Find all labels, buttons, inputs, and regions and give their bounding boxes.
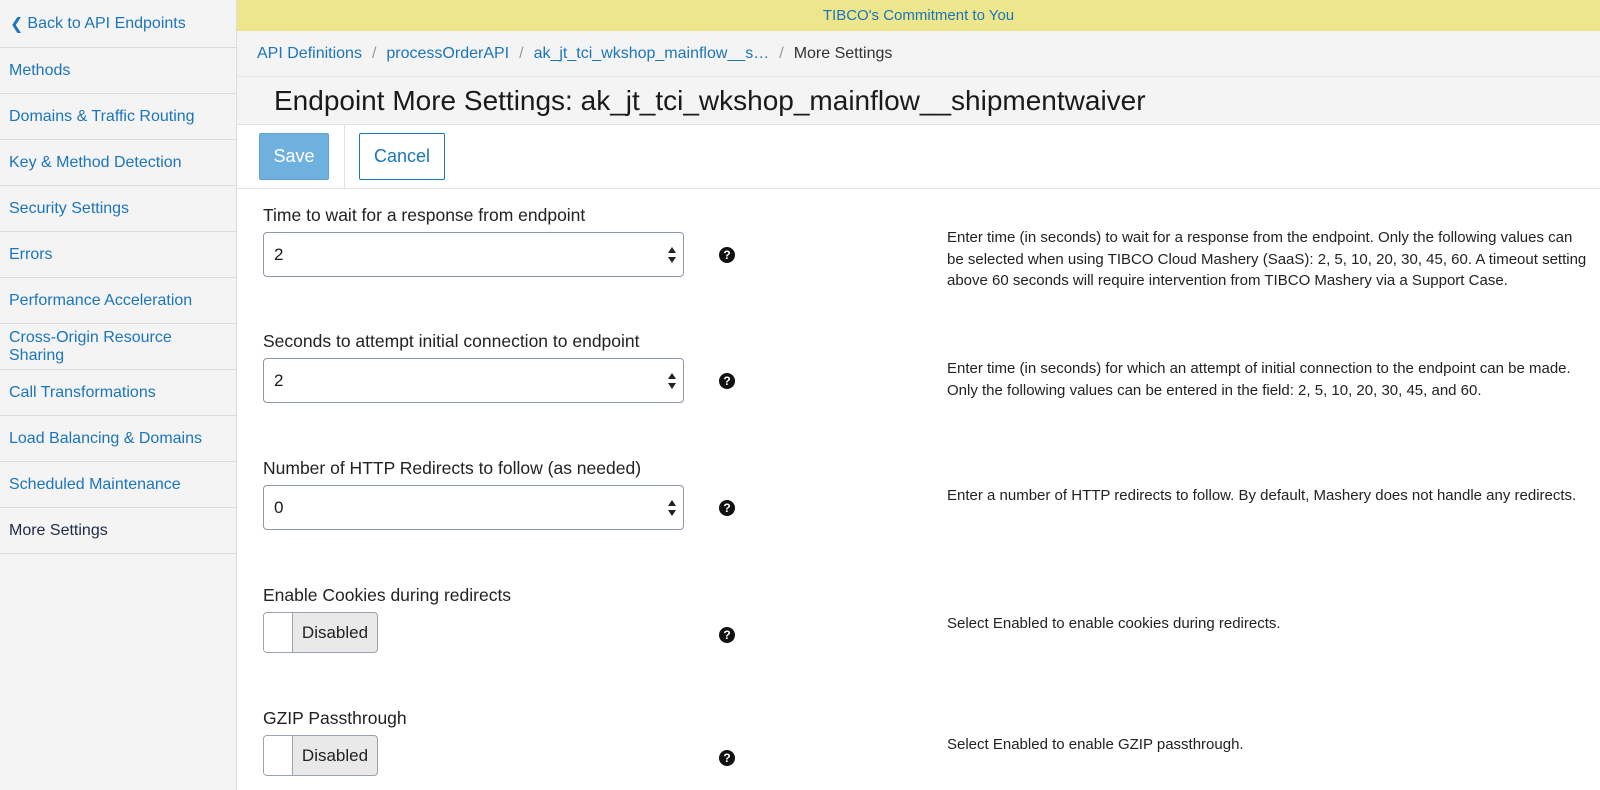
sidebar-item-cors[interactable]: Cross-Origin Resource Sharing	[0, 324, 236, 370]
http-redirects-select[interactable]: 0	[263, 485, 684, 530]
cancel-button[interactable]: Cancel	[359, 133, 445, 180]
question-circle-icon[interactable]: ?	[719, 750, 735, 766]
sort-arrows-icon	[668, 373, 676, 389]
gzip-passthrough-toggle[interactable]: Disabled	[263, 735, 378, 776]
sidebar-item-load-balancing[interactable]: Load Balancing & Domains	[0, 416, 236, 462]
setting-label: Enable Cookies during redirects	[263, 585, 512, 605]
breadcrumb: API Definitions / processOrderAPI / ak_j…	[237, 31, 1600, 77]
save-button-group: Save	[237, 124, 345, 189]
select-value: 0	[274, 497, 284, 517]
save-button[interactable]: Save	[259, 133, 329, 180]
setting-label: Time to wait for a response from endpoin…	[263, 205, 586, 225]
breadcrumb-current: More Settings	[793, 44, 893, 62]
sidebar-item-methods[interactable]: Methods	[0, 48, 236, 94]
toggle-state: Disabled	[301, 745, 369, 765]
connect-timeout-select[interactable]: 2	[263, 358, 684, 403]
breadcrumb-separator: /	[371, 44, 377, 62]
app-root: ❮ Back to API Endpoints Methods Domains …	[0, 0, 1600, 790]
breadcrumb-separator: /	[519, 44, 524, 62]
response-timeout-select[interactable]: 2	[263, 232, 684, 277]
chevron-left-icon: ❮	[10, 15, 24, 33]
sidebar-item-security-settings[interactable]: Security Settings	[0, 186, 236, 232]
sidebar-item-performance-acceleration[interactable]: Performance Acceleration	[0, 278, 236, 324]
page-title: Endpoint More Settings: ak_jt_tci_wkshop…	[274, 84, 1146, 116]
sort-arrows-icon	[668, 247, 676, 263]
cookies-redirects-toggle[interactable]: Disabled	[263, 612, 378, 653]
breadcrumb-api[interactable]: processOrderAPI	[386, 45, 509, 63]
breadcrumb-endpoint[interactable]: ak_jt_tci_wkshop_mainflow__s…	[534, 45, 770, 63]
sidebar-item-scheduled-maintenance[interactable]: Scheduled Maintenance	[0, 462, 236, 508]
select-value: 2	[274, 244, 284, 264]
setting-description: Select Enabled to enable GZIP passthroug…	[947, 736, 1244, 753]
question-circle-icon[interactable]: ?	[719, 247, 735, 263]
sidebar-item-domains-traffic-routing[interactable]: Domains & Traffic Routing	[0, 94, 236, 140]
toggle-knob	[264, 613, 293, 652]
setting-label: Seconds to attempt initial connection to…	[263, 331, 640, 351]
toggle-state: Disabled	[301, 622, 369, 642]
select-value: 2	[274, 370, 284, 390]
main-content: TIBCO's Commitment to You API Definition…	[237, 0, 1600, 790]
sidebar-item-key-method-detection[interactable]: Key & Method Detection	[0, 140, 236, 186]
banner-text[interactable]: TIBCO's Commitment to You	[823, 7, 1014, 24]
setting-description: Select Enabled to enable cookies during …	[947, 615, 1281, 632]
sort-arrows-icon	[668, 500, 676, 516]
toggle-knob	[264, 736, 293, 775]
question-circle-icon[interactable]: ?	[719, 627, 735, 643]
page-header: Endpoint More Settings: ak_jt_tci_wkshop…	[237, 77, 1600, 125]
sidebar-item-errors[interactable]: Errors	[0, 232, 236, 278]
breadcrumb-api-definitions[interactable]: API Definitions	[257, 45, 362, 63]
back-to-endpoints-link[interactable]: ❮ Back to API Endpoints	[0, 0, 236, 48]
form-toolbar: Save Cancel	[237, 124, 1600, 189]
question-circle-icon[interactable]: ?	[719, 500, 735, 516]
setting-label: Number of HTTP Redirects to follow (as n…	[263, 458, 642, 478]
back-link-label: Back to API Endpoints	[27, 14, 186, 32]
commitment-banner[interactable]: TIBCO's Commitment to You	[237, 0, 1600, 31]
setting-description: Enter a number of HTTP redirects to foll…	[947, 487, 1577, 504]
setting-description: Enter time (in seconds) to wait for a re…	[947, 229, 1587, 289]
breadcrumb-separator: /	[779, 44, 784, 62]
question-circle-icon[interactable]: ?	[719, 373, 735, 389]
sidebar-item-more-settings[interactable]: More Settings	[0, 508, 236, 554]
sidebar: ❮ Back to API Endpoints Methods Domains …	[0, 0, 237, 790]
setting-description: Enter time (in seconds) for which an att…	[947, 360, 1571, 399]
sidebar-item-call-transformations[interactable]: Call Transformations	[0, 370, 236, 416]
setting-label: GZIP Passthrough	[263, 708, 407, 728]
